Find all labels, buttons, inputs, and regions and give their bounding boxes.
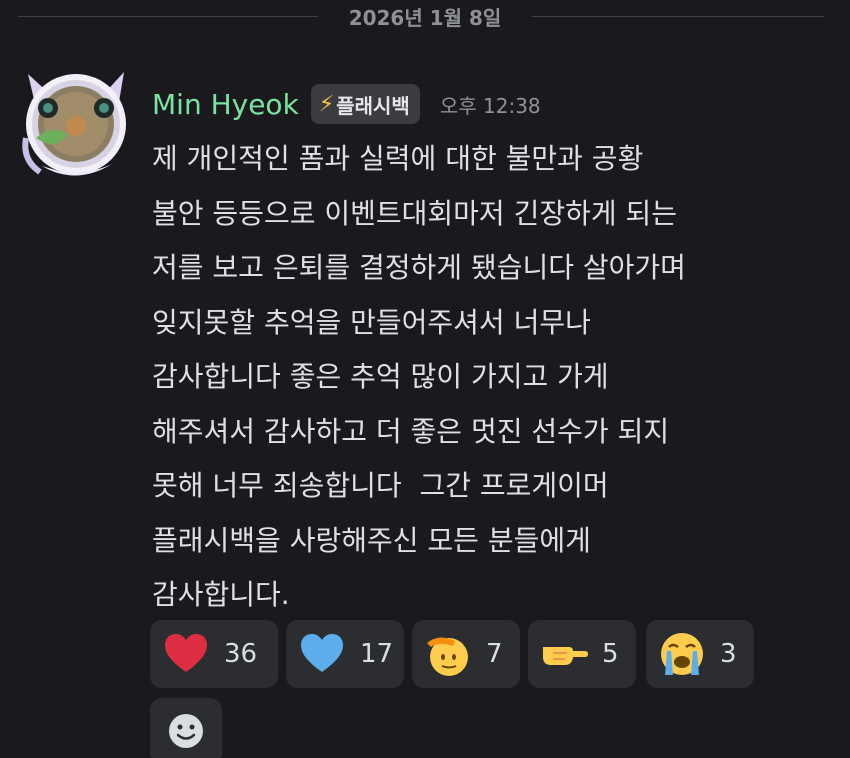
- reaction-count: 36: [224, 639, 258, 669]
- reaction-count: 5: [602, 639, 619, 669]
- message-header: Min Hyeok ⚡ 플래시백 오후 12:38: [152, 82, 541, 126]
- reaction-count: 3: [720, 639, 737, 669]
- add-reaction-smiley-icon: [169, 714, 203, 748]
- red-heart-icon: [160, 628, 212, 680]
- reaction-saluting-face[interactable]: 7: [412, 620, 520, 688]
- message-line: 감사합니다 좋은 추억 많이 가지고 가게: [152, 360, 609, 393]
- message-line: 감사합니다.: [152, 578, 290, 611]
- blue-heart-icon: [296, 628, 348, 680]
- server-tag-label: 플래시백: [336, 93, 410, 118]
- divider-line-left: [18, 16, 318, 17]
- message-line: 못해 너무 죄송합니다 그간 프로게이머: [152, 469, 609, 502]
- message-line: 제 개인적인 폼과 실력에 대한 불만과 공황: [152, 142, 644, 175]
- pointing-hand-icon: [538, 628, 590, 680]
- reaction-blue-heart[interactable]: 17: [286, 620, 404, 688]
- divider-line-right: [532, 16, 824, 17]
- avatar[interactable]: [22, 68, 130, 180]
- divider-date: 2026년 1월 8일: [348, 6, 502, 30]
- add-reaction-button[interactable]: [150, 698, 222, 758]
- message-line: 불안 등등으로 이벤트대회마저 긴장하게 되는: [152, 196, 678, 230]
- reaction-count: 7: [486, 639, 503, 669]
- author-name[interactable]: Min Hyeok: [152, 88, 299, 121]
- message-timestamp: 오후 12:38: [439, 93, 541, 118]
- message-line: 해주셔서 감사하고 더 좋은 멋진 선수가 되지: [152, 414, 670, 448]
- message-line: 잊지못할 추억을 만들어주셔서 너무나: [152, 305, 591, 339]
- reaction-pointing-hand[interactable]: 5: [528, 620, 636, 688]
- lightning-bolt-icon: ⚡: [318, 91, 335, 117]
- reaction-red-heart[interactable]: 36: [150, 620, 278, 688]
- date-divider: 2026년 1월 8일: [0, 0, 850, 34]
- loudly-crying-face-icon: [656, 628, 708, 680]
- saluting-face-icon: [422, 628, 474, 680]
- message-content: 제 개인적인 폼과 실력에 대한 불만과 공황 불안 등등으로 이벤트대회마저 …: [152, 132, 832, 623]
- message-line: 플래시백을 사랑해주신 모든 분들에게: [152, 523, 591, 557]
- avatar-image: [22, 72, 126, 176]
- reaction-loudly-crying-face[interactable]: 3: [646, 620, 754, 688]
- message-line: 저를 보고 은퇴를 결정하게 됐습니다 살아가며: [152, 251, 686, 284]
- reaction-count: 17: [360, 639, 394, 669]
- server-tag[interactable]: ⚡ 플래시백: [310, 84, 420, 124]
